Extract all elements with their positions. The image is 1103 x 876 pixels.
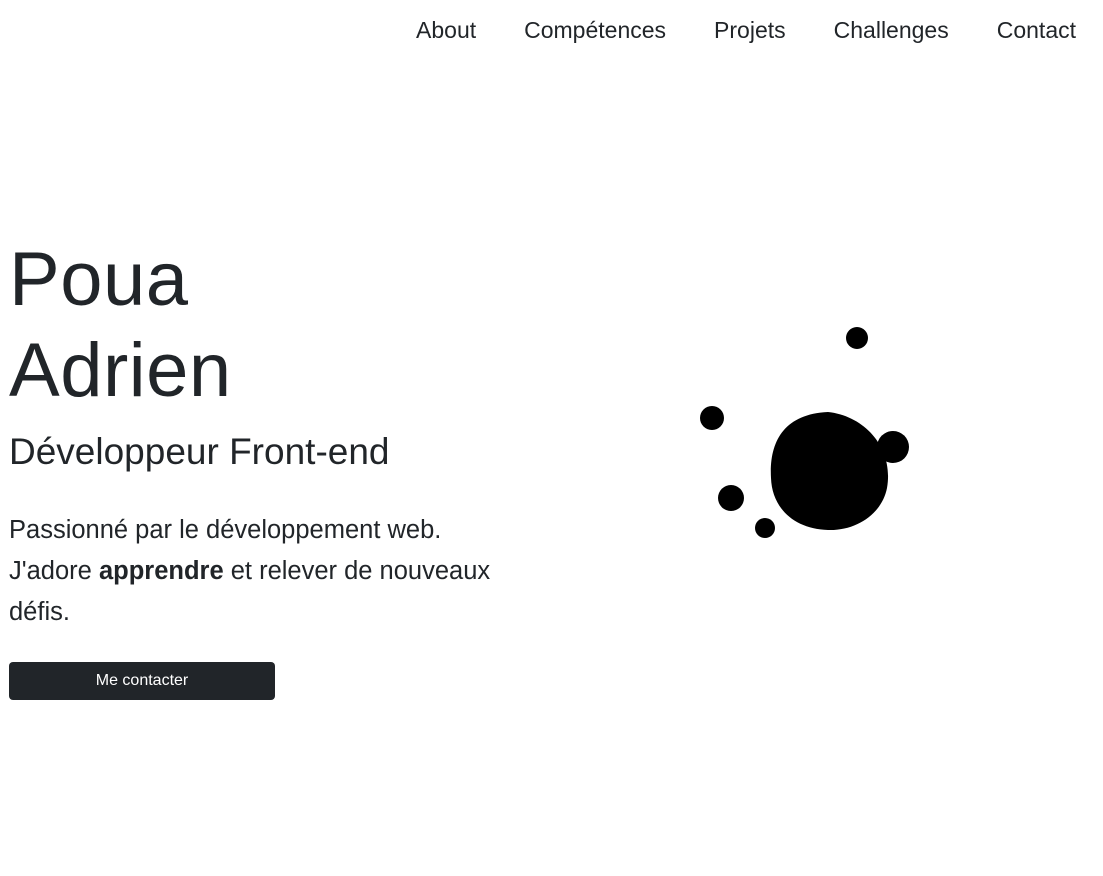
contact-me-button[interactable]: Me contacter <box>9 662 275 700</box>
blob-dot-lower-left-icon <box>718 485 744 511</box>
top-nav: About Compétences Projets Challenges Con… <box>416 14 1076 46</box>
page: About Compétences Projets Challenges Con… <box>0 0 1103 876</box>
hero-last-name: Adrien <box>9 328 232 413</box>
hero-role: Développeur Front-end <box>9 431 390 472</box>
hero-description: Passionné par le développement web. J'ad… <box>9 510 529 633</box>
hero-name: Poua Adrien <box>9 234 549 416</box>
blob-main-icon <box>770 412 889 531</box>
hero-desc-line1: Passionné par le développement web. <box>9 516 442 544</box>
hero-section: Poua Adrien Développeur Front-end Passio… <box>9 234 549 700</box>
blob-illustration-icon <box>700 327 909 538</box>
hero-desc-highlight: apprendre <box>98 557 224 585</box>
nav-contact-link[interactable]: Contact <box>997 14 1076 46</box>
nav-projets-link[interactable]: Projets <box>714 14 786 46</box>
nav-challenges-link[interactable]: Challenges <box>834 14 949 46</box>
blob-dot-left-icon <box>700 406 724 430</box>
blob-dot-top-icon <box>846 327 868 349</box>
hero-desc-line2-pre: J'adore <box>9 557 99 585</box>
nav-about-link[interactable]: About <box>416 14 476 46</box>
nav-competences-link[interactable]: Compétences <box>524 14 666 46</box>
hero-first-name: Poua <box>9 237 189 322</box>
blob-dot-bottom-icon <box>755 518 775 538</box>
